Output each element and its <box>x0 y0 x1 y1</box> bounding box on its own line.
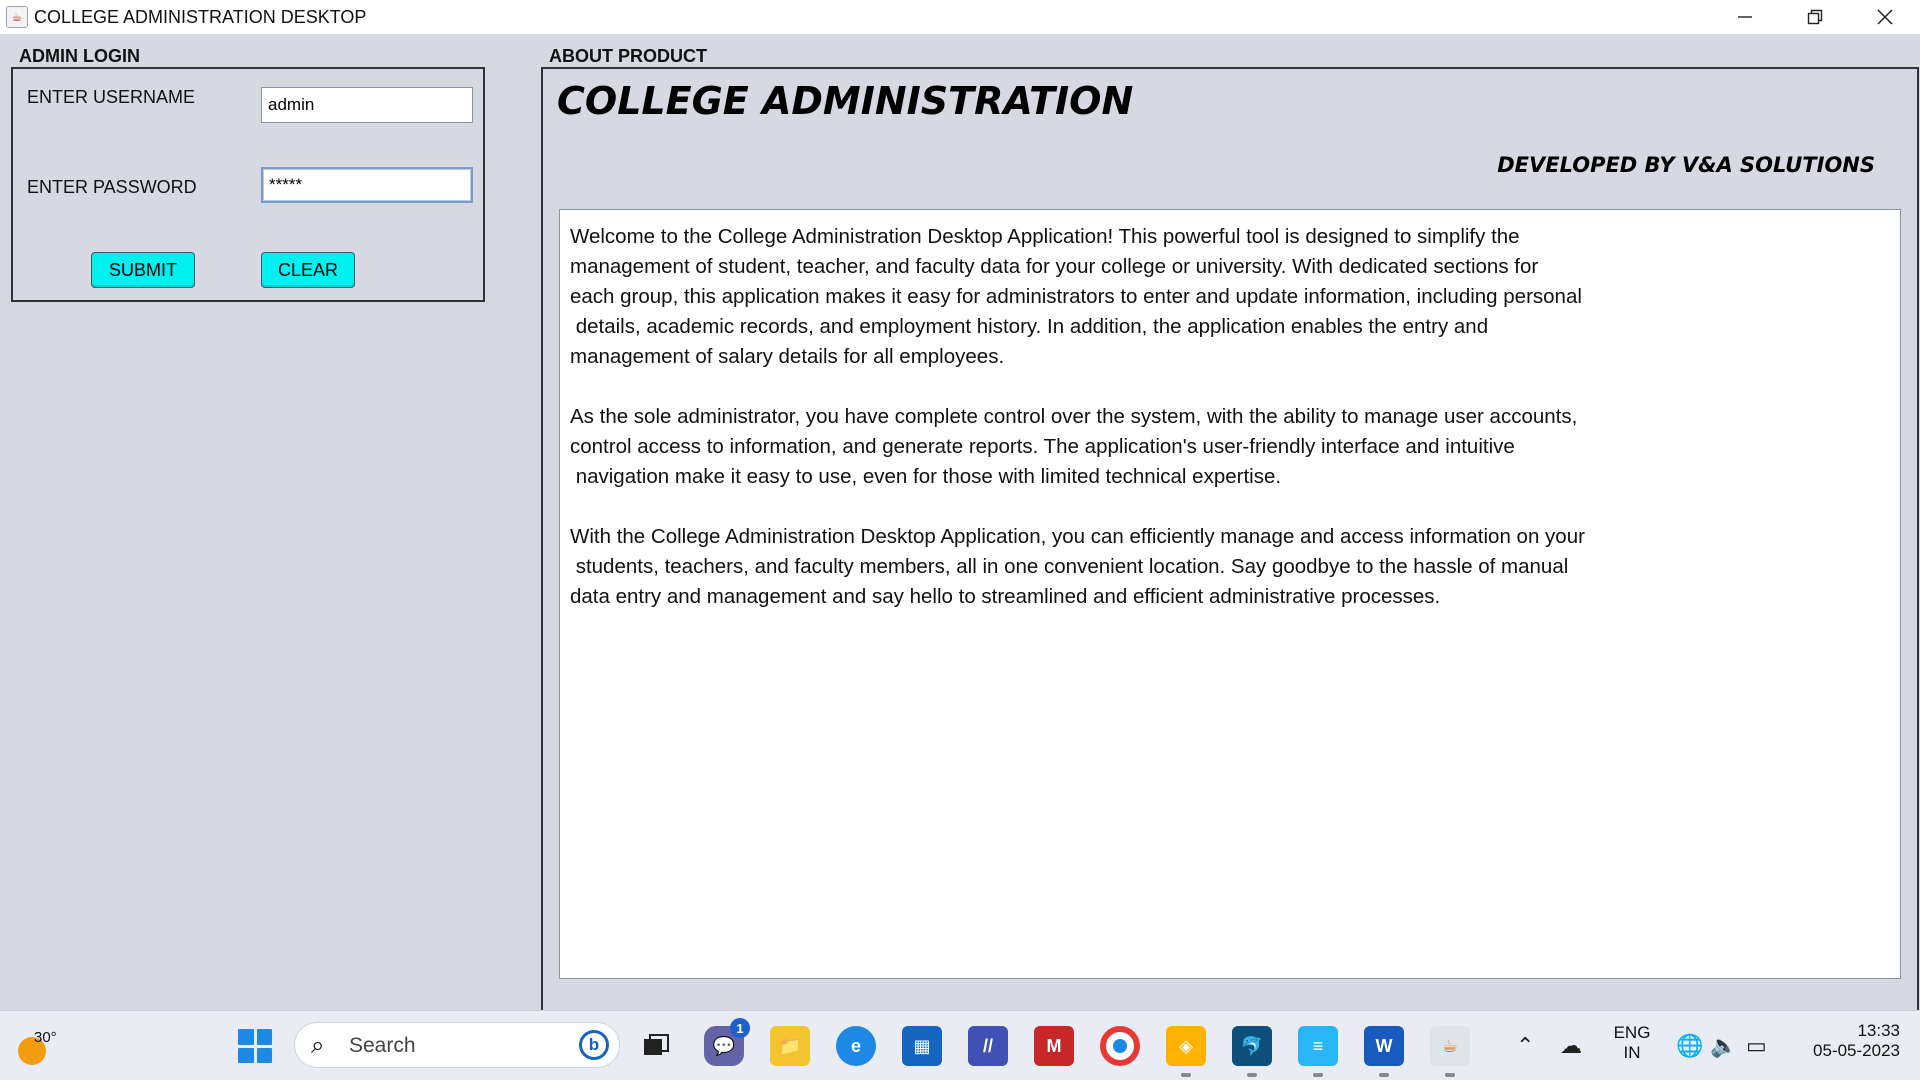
shield-icon: M <box>1046 1035 1062 1056</box>
restore-icon <box>1807 9 1823 25</box>
username-input[interactable] <box>261 87 473 123</box>
notepad-icon: ≡ <box>1312 1035 1324 1056</box>
windows-logo-pane <box>238 1047 254 1063</box>
close-icon <box>1877 9 1893 25</box>
password-input[interactable] <box>261 167 473 203</box>
search-icon: ⌕ <box>311 1032 325 1059</box>
start-button[interactable] <box>238 1029 272 1063</box>
word-button[interactable]: W <box>1364 1026 1404 1066</box>
battery-icon[interactable]: ▭ <box>1746 1033 1767 1059</box>
pen-icon: // <box>982 1035 993 1056</box>
language-indicator[interactable]: ENG IN <box>1612 1023 1652 1063</box>
about-product-heading: ABOUT PRODUCT <box>549 46 707 66</box>
mysql-button[interactable]: 🐬 <box>1232 1026 1272 1066</box>
login-panel: ENTER USERNAME ENTER PASSWORD SUBMIT CLE… <box>11 67 485 302</box>
search-placeholder: Search <box>349 1034 416 1057</box>
product-description[interactable]: Welcome to the College Administration De… <box>559 209 1901 979</box>
title-bar: ☕ COLLEGE ADMINISTRATION DESKTOP <box>0 0 1920 34</box>
minimize-icon <box>1738 16 1752 18</box>
admin-login-heading: ADMIN LOGIN <box>19 46 140 66</box>
window-title: COLLEGE ADMINISTRATION DESKTOP <box>34 6 367 27</box>
java-icon: ☕ <box>1441 1035 1459 1056</box>
running-indicator <box>1313 1073 1323 1077</box>
java-app-button[interactable]: ☕ <box>1430 1026 1470 1066</box>
mcafee-button[interactable]: M <box>1034 1026 1074 1066</box>
file-explorer-button[interactable]: 📁 <box>770 1026 810 1066</box>
password-label: ENTER PASSWORD <box>27 177 197 197</box>
running-indicator <box>1181 1073 1191 1077</box>
dolphin-icon: 🐬 <box>1240 1035 1264 1056</box>
folder-icon: 📁 <box>778 1035 802 1056</box>
java-app-icon: ☕ <box>6 6 28 28</box>
clock[interactable]: 13:33 05-05-2023 <box>1790 1021 1900 1061</box>
clock-time: 13:33 <box>1857 1021 1900 1040</box>
store-icon: ▦ <box>913 1035 931 1056</box>
region-code: IN <box>1623 1043 1641 1062</box>
task-view-icon <box>644 1034 669 1055</box>
onedrive-icon[interactable]: ☁ <box>1560 1033 1582 1059</box>
word-icon: W <box>1375 1035 1393 1056</box>
chat-badge: 1 <box>730 1018 750 1038</box>
store-button[interactable]: ▦ <box>902 1026 942 1066</box>
restore-button[interactable] <box>1780 0 1850 34</box>
bing-icon[interactable]: b <box>579 1030 609 1060</box>
developer-credit: DEVELOPED BY V&A SOLUTIONS <box>1497 153 1875 177</box>
task-view-button[interactable] <box>636 1026 676 1066</box>
taskbar-search[interactable]: ⌕ Search b <box>294 1022 620 1068</box>
windows-logo-pane <box>238 1029 254 1045</box>
language-code: ENG <box>1613 1023 1651 1042</box>
chat-icon: 💬 <box>712 1035 736 1056</box>
taskbar: 30° ⌕ Search b 💬 1 📁 e ▦ // M ◈ 🐬 ≡ W ☕ … <box>0 1010 1920 1080</box>
running-indicator <box>1445 1073 1455 1077</box>
clock-date: 05-05-2023 <box>1813 1041 1900 1060</box>
window-controls <box>1710 0 1920 34</box>
chrome-icon <box>1113 1039 1127 1053</box>
submit-button[interactable]: SUBMIT <box>91 252 195 288</box>
client-area: ADMIN LOGIN ENTER USERNAME ENTER PASSWOR… <box>0 34 1920 1030</box>
clear-button[interactable]: CLEAR <box>261 252 355 288</box>
windows-logo-pane <box>256 1029 272 1045</box>
windows-logo-pane <box>256 1047 272 1063</box>
speaker-icon[interactable]: 🔈 <box>1710 1033 1737 1059</box>
pen-app-button[interactable]: // <box>968 1026 1008 1066</box>
running-indicator <box>1247 1073 1257 1077</box>
about-panel: COLLEGE ADMINISTRATION DEVELOPED BY V&A … <box>541 67 1919 1030</box>
edge-icon: e <box>850 1035 861 1056</box>
product-title: COLLEGE ADMINISTRATION <box>557 79 1134 123</box>
chevron-up-icon[interactable]: ⌃ <box>1516 1033 1534 1059</box>
weather-temperature: 30° <box>34 1029 57 1046</box>
weather-widget[interactable]: 30° <box>14 1025 57 1065</box>
netbeans-button[interactable]: ◈ <box>1166 1026 1206 1066</box>
minimize-button[interactable] <box>1710 0 1780 34</box>
chrome-button[interactable] <box>1100 1026 1140 1066</box>
edge-button[interactable]: e <box>836 1026 876 1066</box>
globe-icon[interactable]: 🌐 <box>1676 1033 1703 1059</box>
notepad-button[interactable]: ≡ <box>1298 1026 1338 1066</box>
running-indicator <box>1379 1073 1389 1077</box>
cube-icon: ◈ <box>1179 1035 1193 1056</box>
teams-chat-button[interactable]: 💬 1 <box>704 1018 750 1066</box>
username-label: ENTER USERNAME <box>27 87 196 107</box>
close-button[interactable] <box>1850 0 1920 34</box>
